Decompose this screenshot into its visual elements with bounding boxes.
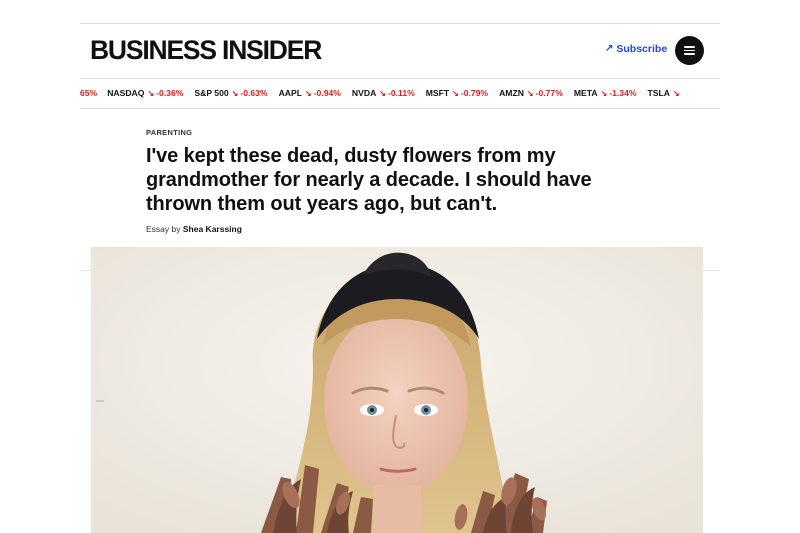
byline: Essay by Shea Karssing (146, 224, 242, 234)
hamburger-menu-icon (684, 46, 695, 55)
ticker-symbol: META (573, 88, 598, 98)
site-header: BUSINESS INSIDER ↗ Subscribe (80, 24, 720, 76)
ticker-change: -0.79% (460, 88, 489, 98)
ticker-symbol: S&P 500 (194, 88, 229, 98)
ticker-change: -0.63% (240, 88, 268, 98)
ticker-symbol: NVDA (351, 88, 377, 98)
ticker-change: -0.94% (313, 88, 341, 98)
ticker-symbol: TSLA (647, 88, 670, 98)
subscribe-link[interactable]: ↗ Subscribe (605, 43, 667, 55)
ticker-item-nasdaq[interactable]: NASDAQ ↘ -0.36% (107, 88, 183, 98)
ticker-item-msft[interactable]: MSFT ↘ -0.79% (426, 88, 488, 98)
byline-prefix: Essay by (146, 224, 181, 234)
ticker-symbol: MSFT (425, 88, 450, 98)
section-label[interactable]: PARENTING (146, 128, 192, 137)
arrow-down-right-icon: ↘ (231, 88, 239, 98)
ticker-change: -0.36% (156, 88, 184, 98)
arrow-up-right-icon: ↗ (605, 43, 614, 54)
hero-image (91, 247, 703, 533)
arrow-down-right-icon: ↘ (147, 88, 155, 98)
author-link[interactable]: Shea Karssing (183, 224, 242, 234)
ticker-change: -1.34% (609, 88, 637, 98)
menu-button[interactable] (675, 36, 704, 65)
ticker-change: -0.11% (387, 88, 415, 98)
ticker-leading-change: 65% (80, 88, 98, 98)
ticker-item-nvda[interactable]: NVDA ↘ -0.11% (352, 88, 415, 98)
arrow-down-right-icon: ↘ (672, 88, 680, 98)
arrow-down-right-icon: ↘ (600, 88, 608, 98)
ticker-item-aapl[interactable]: AAPL ↘ -0.94% (279, 88, 341, 98)
subscribe-label: Subscribe (616, 43, 668, 55)
arrow-down-right-icon: ↘ (379, 88, 386, 98)
ticker-item-tsla[interactable]: TSLA ↘ (648, 88, 682, 98)
site-logo[interactable]: BUSINESS INSIDER (90, 35, 322, 65)
arrow-down-right-icon: ↘ (526, 88, 534, 98)
ticker-symbol: NASDAQ (107, 88, 145, 98)
hero-photo-illustration (91, 247, 703, 533)
ticker-item-amzn[interactable]: AMZN ↘ -0.77% (499, 88, 563, 98)
ticker-item-meta[interactable]: META ↘ -1.34% (574, 88, 637, 98)
stock-ticker: 65% NASDAQ ↘ -0.36% S&P 500 ↘ -0.63% AAP… (80, 79, 720, 107)
ticker-bottom-rule (80, 108, 720, 109)
article-headline: I've kept these dead, dusty flowers from… (146, 145, 592, 215)
ticker-item-sp500[interactable]: S&P 500 ↘ -0.63% (194, 88, 267, 98)
arrow-down-right-icon: ↘ (304, 88, 312, 98)
ticker-symbol: AAPL (278, 88, 302, 98)
ticker-change: -0.77% (535, 88, 563, 98)
arrow-down-right-icon: ↘ (452, 88, 459, 98)
ticker-symbol: AMZN (499, 88, 524, 98)
